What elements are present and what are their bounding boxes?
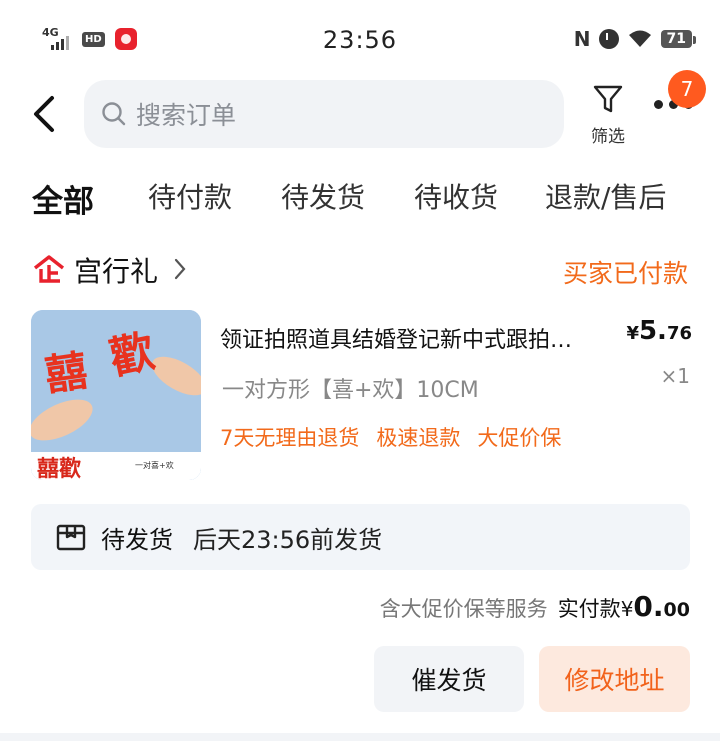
package-icon <box>56 524 86 551</box>
search-placeholder: 搜索订单 <box>136 101 237 130</box>
svg-text:囍: 囍 <box>42 346 90 400</box>
enterprise-shop-icon <box>33 255 65 283</box>
tab-all[interactable]: 全部 <box>32 176 94 220</box>
paid-amount-int: 0. <box>633 590 664 623</box>
product-name[interactable]: 领证拍照道具结婚登记新中式跟拍… <box>220 322 618 354</box>
service-tags: 7天无理由退货 极速退款 大促价保 <box>220 422 561 452</box>
back-arrow-icon[interactable] <box>28 94 64 134</box>
product-quantity: ×1 <box>660 364 690 388</box>
shop-name[interactable]: 宫行礼 <box>74 250 158 290</box>
divider <box>0 733 720 741</box>
filter-label: 筛选 <box>591 127 625 147</box>
svg-text:囍歡: 囍歡 <box>37 456 81 480</box>
search-icon <box>102 102 126 126</box>
battery-level: 71 <box>660 30 697 48</box>
paid-label: 实付款 <box>557 597 621 621</box>
order-tabs: 全部 待付款 待发货 待收货 退款/售后 <box>32 176 720 220</box>
order-status: 买家已付款 <box>562 259 688 288</box>
filter-icon <box>593 85 623 113</box>
product-image: 囍 歡 囍歡 一对喜+欢 <box>31 310 201 480</box>
tab-pending-receipt[interactable]: 待收货 <box>414 176 498 216</box>
notification-badge: 7 <box>668 70 706 108</box>
product-sku: 一对方形【喜+欢】10CM <box>222 378 479 403</box>
search-input[interactable]: 搜索订单 <box>84 80 564 148</box>
tab-pending-shipment[interactable]: 待发货 <box>281 176 365 216</box>
nfc-icon: N <box>573 27 591 51</box>
order-total: 含大促价保等服务 实付款 ¥ 0. 00 <box>380 590 690 623</box>
wifi-icon <box>628 30 651 47</box>
svg-text:一对喜+欢: 一对喜+欢 <box>135 460 174 470</box>
alarm-icon <box>598 29 619 49</box>
shipping-eta: 后天23:56前发货 <box>193 525 383 554</box>
change-address-button[interactable]: 修改地址 <box>539 646 690 712</box>
tag-price-protect: 大促价保 <box>477 426 562 450</box>
tab-refund-aftersale[interactable]: 退款/售后 <box>545 176 666 216</box>
chevron-right-icon[interactable] <box>172 257 188 281</box>
filter-button[interactable]: 筛选 <box>584 82 632 147</box>
urge-shipment-button[interactable]: 催发货 <box>374 646 524 712</box>
paid-amount-dec: 00 <box>663 599 690 621</box>
product-thumbnail[interactable]: 囍 歡 囍歡 一对喜+欢 <box>31 310 201 480</box>
tag-fast-refund: 极速退款 <box>376 426 461 450</box>
paid-currency: ¥ <box>620 597 634 621</box>
shipping-info[interactable]: 待发货 后天23:56前发货 <box>31 504 690 570</box>
tab-pending-payment[interactable]: 待付款 <box>148 176 232 216</box>
service-note: 含大促价保等服务 <box>379 597 548 621</box>
product-price: ¥5.76 <box>626 316 692 346</box>
tag-7day-return: 7天无理由退货 <box>220 426 360 450</box>
shipping-status: 待发货 <box>101 525 173 554</box>
status-bar: 4G HD 23:56 N 71 <box>0 0 720 80</box>
